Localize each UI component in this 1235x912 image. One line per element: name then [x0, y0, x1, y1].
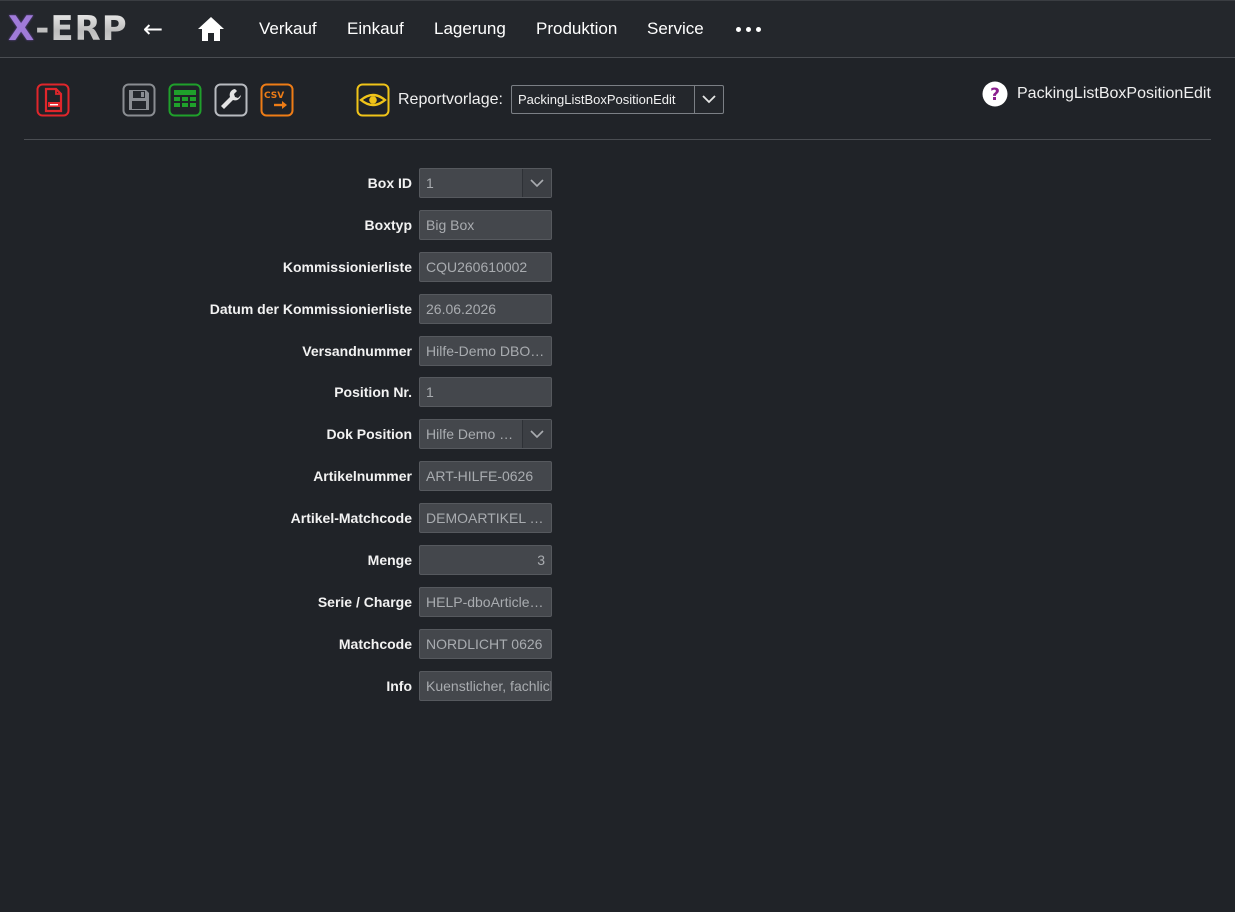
boxtyp-label: Boxtyp — [364, 217, 412, 233]
form-row-datum: Datum der Kommissionierliste 26.06.2026 — [0, 294, 560, 324]
datum-kommissionierliste-label: Datum der Kommissionierliste — [209, 301, 412, 317]
position-nr-label: Position Nr. — [334, 384, 412, 400]
app-logo[interactable]: X -ERP — [8, 9, 128, 49]
home-icon[interactable] — [197, 16, 225, 42]
form-row-boxtyp: Boxtyp Big Box — [0, 210, 560, 240]
nav-item-verkauf[interactable]: Verkauf — [259, 19, 317, 39]
form-row-box-id: Box ID 1 — [0, 168, 560, 198]
back-arrow-icon[interactable]: ← — [143, 14, 163, 44]
matchcode-label: Matchcode — [338, 636, 412, 652]
kommissionierliste-field[interactable]: CQU260610002 — [419, 252, 552, 282]
chevron-down-icon[interactable] — [694, 86, 723, 113]
report-template-value: PackingListBoxPositionEdit — [518, 92, 676, 107]
save-icon[interactable] — [122, 83, 156, 117]
artikelnummer-field[interactable]: ART-HILFE-0626 — [419, 461, 552, 491]
dok-position-select[interactable]: Hilfe Demo Position — [419, 419, 552, 449]
versandnummer-label: Versandnummer — [302, 343, 412, 359]
toolbar-divider — [24, 139, 1211, 140]
artikel-matchcode-label: Artikel-Matchcode — [290, 510, 412, 526]
datum-kommissionierliste-field[interactable]: 26.06.2026 — [419, 294, 552, 324]
form-row-artikelnummer: Artikelnummer ART-HILFE-0626 — [0, 461, 560, 491]
chevron-down-icon[interactable] — [522, 420, 551, 448]
nav-item-produktion[interactable]: Produktion — [536, 19, 617, 39]
form-row-kommissionierliste: Kommissionierliste CQU260610002 — [0, 252, 560, 282]
help-page-title: PackingListBoxPositionEdit — [1017, 85, 1211, 102]
boxtyp-field[interactable]: Big Box — [419, 210, 552, 240]
pdf-export-icon[interactable] — [36, 83, 70, 117]
help-icon[interactable]: ? — [982, 81, 1008, 107]
info-label: Info — [386, 678, 412, 694]
report-preview-eye-icon[interactable] — [356, 83, 390, 117]
chevron-down-icon[interactable] — [522, 169, 551, 197]
serie-charge-field[interactable]: HELP-dboArticleSerial — [419, 587, 552, 617]
kommissionierliste-label: Kommissionierliste — [282, 259, 412, 275]
form-row-versandnummer: Versandnummer Hilfe-Demo DBOShipment — [0, 336, 560, 366]
dok-position-label: Dok Position — [326, 426, 412, 442]
more-menu-icon[interactable] — [736, 27, 762, 33]
menge-field[interactable]: 3 — [419, 545, 552, 575]
box-id-label: Box ID — [367, 175, 412, 191]
artikelnummer-label: Artikelnummer — [313, 468, 412, 484]
box-id-value: 1 — [426, 175, 434, 191]
matchcode-field[interactable]: NORDLICHT 0626 — [419, 629, 552, 659]
nav-item-lagerung[interactable]: Lagerung — [434, 19, 506, 39]
excel-export-icon[interactable] — [168, 83, 202, 117]
form-row-info: Info Kuenstlicher, fachlicher Hilfetext — [0, 671, 560, 701]
form-row-artikel-matchcode: Artikel-Matchcode DEMOARTIKEL HILFE — [0, 503, 560, 533]
report-template-label: Reportvorlage: — [398, 91, 503, 108]
dok-position-value: Hilfe Demo Position — [426, 426, 522, 442]
form-row-serie-charge: Serie / Charge HELP-dboArticleSerial — [0, 587, 560, 617]
wrench-settings-icon[interactable] — [214, 83, 248, 117]
nav-item-einkauf[interactable]: Einkauf — [347, 19, 404, 39]
form-row-matchcode: Matchcode NORDLICHT 0626 — [0, 629, 560, 659]
svg-text:CSV: CSV — [264, 91, 284, 101]
menge-label: Menge — [367, 552, 412, 568]
artikel-matchcode-field[interactable]: DEMOARTIKEL HILFE — [419, 503, 552, 533]
form-row-position-nr: Position Nr. 1 — [0, 377, 560, 407]
info-field[interactable]: Kuenstlicher, fachlicher Hilfetext — [419, 671, 552, 701]
form-row-menge: Menge 3 — [0, 545, 560, 575]
nav-item-service[interactable]: Service — [647, 19, 704, 39]
form-row-dok-position: Dok Position Hilfe Demo Position — [0, 419, 560, 449]
report-template-select[interactable]: PackingListBoxPositionEdit — [511, 85, 724, 114]
svg-text:?: ? — [990, 85, 1000, 105]
versandnummer-field[interactable]: Hilfe-Demo DBOShipment — [419, 336, 552, 366]
csv-export-icon[interactable]: CSV — [260, 83, 294, 117]
position-nr-field[interactable]: 1 — [419, 377, 552, 407]
serie-charge-label: Serie / Charge — [317, 594, 412, 610]
top-navigation-bar: X -ERP ← Verkauf Einkauf Lagerung Produkt… — [0, 0, 1235, 58]
box-id-select[interactable]: 1 — [419, 168, 552, 198]
